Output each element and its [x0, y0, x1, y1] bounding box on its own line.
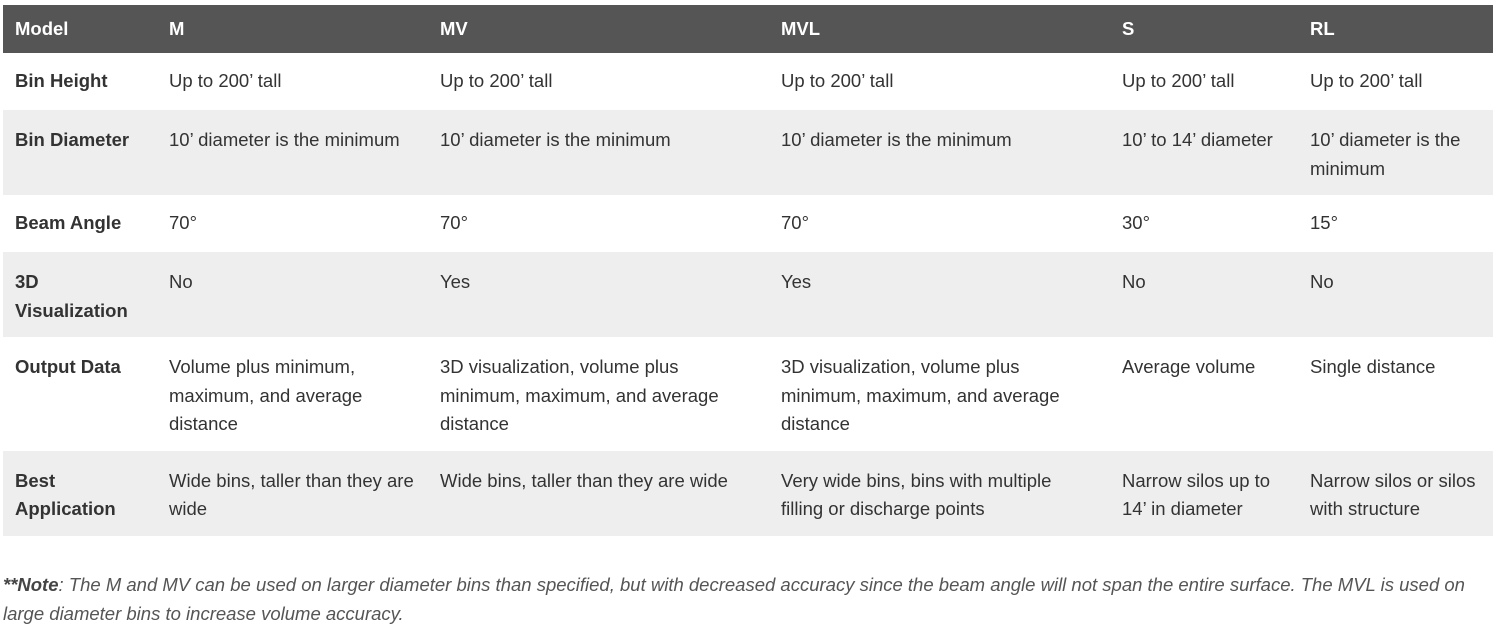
cell-s: Average volume — [1122, 356, 1256, 377]
row-label: 3D Visualization — [15, 271, 128, 321]
cell-m: 70° — [169, 212, 197, 233]
header-s: S — [1122, 18, 1135, 39]
row-label: Best Application — [15, 469, 116, 520]
row-bin-diameter: Bin Diameter 10’ diameter is the minimum… — [3, 110, 1493, 195]
header-mvl: MVL — [781, 18, 821, 39]
row-label: Bin Diameter — [15, 129, 130, 150]
cell-rl: No — [1310, 271, 1334, 292]
cell-mv: Yes — [440, 271, 471, 292]
cell-m: No — [169, 271, 193, 292]
cell-s: 10’ to 14’ diameter — [1122, 129, 1273, 150]
cell-mvl: 3D visualization, volume plus minimum, m… — [781, 356, 1060, 434]
row-beam-angle: Beam Angle 70° 70° 70° 30° 15° — [3, 195, 1493, 252]
cell-m: Volume plus minimum, maximum, and averag… — [169, 356, 363, 434]
cell-rl: Up to 200’ tall — [1310, 70, 1423, 91]
cell-s: Up to 200’ tall — [1122, 70, 1235, 91]
header-mv: MV — [440, 18, 468, 39]
cell-mv: 3D visualization, volume plus minimum, m… — [440, 356, 719, 434]
cell-mvl: Yes — [781, 271, 812, 292]
cell-mvl: Up to 200’ tall — [781, 70, 894, 91]
cell-mvl: Very wide bins, bins with multiple filli… — [781, 469, 1052, 520]
cell-s: No — [1122, 271, 1146, 292]
footnote: **Note: The M and MV can be used on larg… — [3, 570, 1473, 628]
cell-m: 10’ diameter is the minimum — [169, 129, 400, 150]
row-label: Beam Angle — [15, 212, 122, 233]
row-best-application: Best Application Wide bins, taller than … — [3, 450, 1493, 536]
header-m: M — [169, 18, 185, 39]
row-output-data: Output Data Volume plus minimum, maximum… — [3, 337, 1493, 451]
row-3d-visualization: 3D Visualization No Yes Yes No No — [3, 252, 1493, 337]
model-comparison-table: Model M MV MVL S RL Bin Height Up to 200… — [3, 5, 1493, 536]
cell-mv: 70° — [440, 212, 468, 233]
header-row: Model M MV MVL S RL — [3, 5, 1493, 53]
cell-m: Up to 200’ tall — [169, 70, 282, 91]
cell-mvl: 70° — [781, 212, 809, 233]
cell-s: Narrow silos up to 14’ in diameter — [1122, 469, 1271, 520]
cell-mv: 10’ diameter is the minimum — [440, 129, 671, 150]
footnote-prefix: **Note — [3, 573, 59, 595]
row-label: Output Data — [15, 356, 121, 377]
cell-s: 30° — [1122, 212, 1150, 233]
cell-rl: Narrow silos or silos with structure — [1310, 469, 1476, 520]
cell-rl: 10’ diameter is the minimum — [1310, 129, 1461, 179]
cell-rl: Single distance — [1310, 356, 1436, 377]
row-bin-height: Bin Height Up to 200’ tall Up to 200’ ta… — [3, 53, 1493, 110]
cell-mv: Wide bins, taller than they are wide — [440, 469, 728, 491]
cell-m: Wide bins, taller than they are wide — [169, 469, 414, 520]
cell-mvl: 10’ diameter is the minimum — [781, 129, 1012, 150]
row-label: Bin Height — [15, 70, 108, 91]
cell-mv: Up to 200’ tall — [440, 70, 553, 91]
footnote-text: : The M and MV can be used on larger dia… — [3, 573, 1465, 624]
header-rl: RL — [1310, 18, 1335, 39]
header-model: Model — [15, 18, 69, 39]
cell-rl: 15° — [1310, 212, 1338, 233]
